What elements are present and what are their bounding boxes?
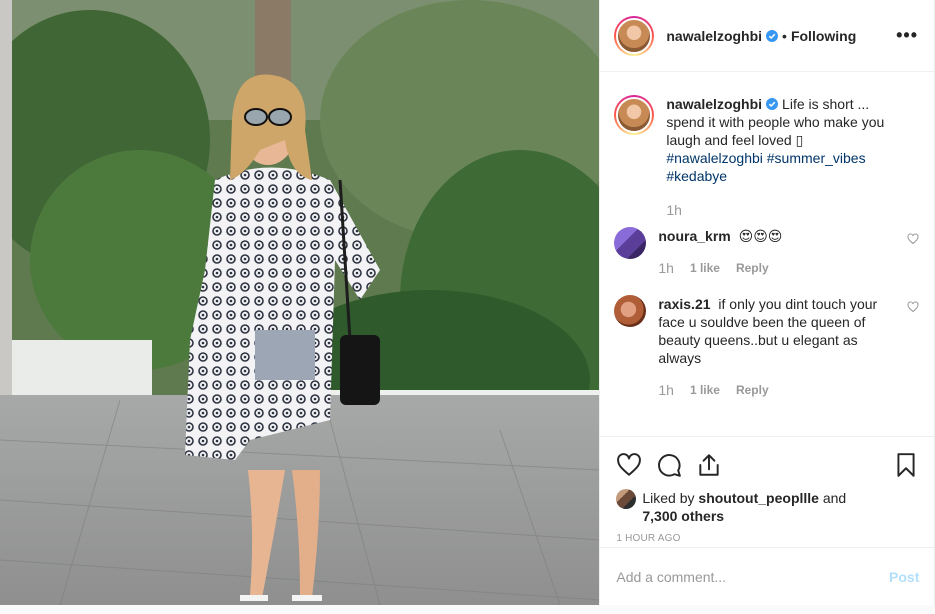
more-icon[interactable]: ••• xyxy=(896,25,918,46)
comment-item: noura_krm 😍😍😍 1h 1 like Reply xyxy=(614,227,919,277)
comment-time: 1h xyxy=(658,382,674,398)
photo-illustration xyxy=(0,0,600,605)
heart-icon[interactable] xyxy=(616,452,642,478)
post-header: nawalelzoghbi • Following ••• xyxy=(600,0,934,72)
reply-button[interactable]: Reply xyxy=(736,381,769,399)
post-photo[interactable] xyxy=(0,0,600,605)
add-comment-bar: Post xyxy=(600,547,935,605)
comment-avatar[interactable] xyxy=(614,227,647,259)
liked-by-prefix: Liked by xyxy=(642,490,695,506)
post-actions: Liked by shoutout_peopllle and 7,300 oth… xyxy=(600,436,935,544)
verified-icon xyxy=(766,98,779,110)
comment-likes[interactable]: 1 like xyxy=(690,259,720,277)
comment-time: 1h xyxy=(658,260,674,276)
comment-username[interactable]: raxis.21 xyxy=(658,296,710,312)
reply-button[interactable]: Reply xyxy=(736,259,769,277)
comment-like-heart-icon[interactable] xyxy=(907,301,919,313)
add-comment-input[interactable] xyxy=(616,568,890,585)
comment-avatar[interactable] xyxy=(614,295,647,327)
post-caption: nawalelzoghbi Life is short ... spend it … xyxy=(614,95,919,219)
liked-by-user[interactable]: shoutout_peopllle xyxy=(698,490,819,506)
verified-icon xyxy=(766,29,779,42)
comment-username[interactable]: noura_krm xyxy=(658,228,730,244)
comment-text: 😍😍😍 xyxy=(738,228,783,244)
author-avatar[interactable] xyxy=(614,15,655,56)
post-comment-button[interactable]: Post xyxy=(889,569,919,585)
caption-hashtags[interactable]: #nawalelzoghbi #summer_vibes #kedabye xyxy=(666,150,865,184)
caption-avatar[interactable] xyxy=(614,95,655,135)
following-button[interactable]: Following xyxy=(791,28,856,44)
post-container: nawalelzoghbi • Following ••• nawalelzog… xyxy=(0,0,935,605)
share-icon[interactable] xyxy=(696,452,722,478)
comment-like-heart-icon[interactable] xyxy=(907,233,919,245)
caption-username[interactable]: nawalelzoghbi xyxy=(666,96,762,112)
author-username[interactable]: nawalelzoghbi xyxy=(666,28,762,44)
likes-count[interactable]: 7,300 others xyxy=(642,508,724,524)
liker-avatar[interactable] xyxy=(616,489,637,509)
comment-likes[interactable]: 1 like xyxy=(690,381,720,399)
post-details-panel: nawalelzoghbi • Following ••• nawalelzog… xyxy=(599,0,935,605)
header-separator: • xyxy=(782,27,787,44)
caption-time: 1h xyxy=(666,202,682,218)
likes-summary: Liked by shoutout_peopllle and 7,300 oth… xyxy=(616,489,919,525)
liked-by-conjunction: and xyxy=(822,490,847,506)
comment-item: raxis.21 if only you dint touch your fac… xyxy=(614,295,919,399)
bookmark-icon[interactable] xyxy=(893,452,919,478)
comments-list[interactable]: nawalelzoghbi Life is short ... spend it … xyxy=(600,73,935,435)
post-timestamp[interactable]: 1 HOUR AGO xyxy=(616,533,919,544)
caption-emoji-glyph: ▯ xyxy=(791,132,804,148)
page-footer-strip xyxy=(0,605,935,614)
comment-icon[interactable] xyxy=(656,452,682,478)
